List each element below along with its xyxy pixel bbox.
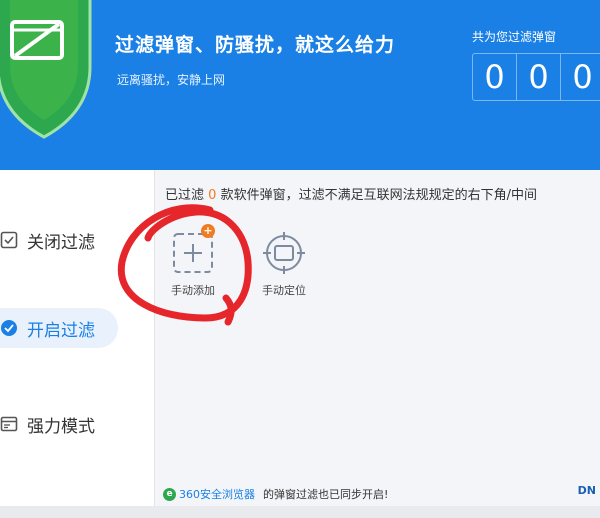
- shield-logo-icon: [0, 0, 92, 139]
- bottom-tab-strip: [0, 506, 600, 518]
- header-banner: 过滤弹窗、防骚扰，就这么给力 远离骚扰，安静上网 共为您过滤弹窗 0 0 0: [0, 0, 600, 170]
- sidebar-item-strong-mode[interactable]: 强力模式: [0, 404, 118, 444]
- crosshair-icon: [263, 232, 305, 274]
- footer-text: 的弹窗过滤也已同步开启!: [263, 488, 389, 501]
- filtered-counter: 0 0 0: [472, 53, 600, 101]
- window-icon: [0, 415, 18, 433]
- corner-text: DN: [577, 484, 596, 497]
- sidebar-item-enable-filter[interactable]: 开启过滤: [0, 308, 118, 348]
- tool-label: 手动添加: [171, 284, 215, 297]
- browser-logo-icon: e: [163, 487, 176, 501]
- notice-suffix: 款软件弹窗，过滤不满足互联网法规规定的右下角/中间: [220, 188, 537, 203]
- manual-locate-button[interactable]: 手动定位: [249, 228, 319, 298]
- browser-link[interactable]: 360安全浏览器: [179, 486, 255, 502]
- page-title: 过滤弹窗、防骚扰，就这么给力: [115, 34, 396, 56]
- sidebar-item-label: 开启过滤: [27, 320, 95, 341]
- sidebar-item-label: 关闭过滤: [27, 232, 95, 253]
- counter-label: 共为您过滤弹窗: [472, 30, 557, 44]
- check-circle-icon: [0, 319, 18, 337]
- sidebar-item-disable-filter[interactable]: 关闭过滤: [0, 220, 118, 260]
- notice-prefix: 已过滤: [165, 188, 205, 203]
- tool-label: 手动定位: [262, 284, 306, 297]
- counter-digit: 0: [517, 54, 561, 100]
- counter-digit: 0: [473, 54, 517, 100]
- sidebar: 关闭过滤 开启过滤 强力模式: [0, 170, 155, 518]
- notice-count: 0: [208, 188, 217, 203]
- footer-message: e 360安全浏览器 的弹窗过滤也已同步开启!: [155, 482, 600, 506]
- sidebar-item-label: 强力模式: [27, 416, 95, 437]
- add-badge: +: [201, 224, 215, 238]
- checkbox-icon: [0, 231, 18, 249]
- counter-digit: 0: [561, 54, 600, 100]
- page-subtitle: 远离骚扰，安静上网: [117, 73, 226, 87]
- filter-notice: 已过滤 0 款软件弹窗，过滤不满足互联网法规规定的右下角/中间: [165, 184, 537, 203]
- manual-add-button[interactable]: + 手动添加: [158, 224, 228, 298]
